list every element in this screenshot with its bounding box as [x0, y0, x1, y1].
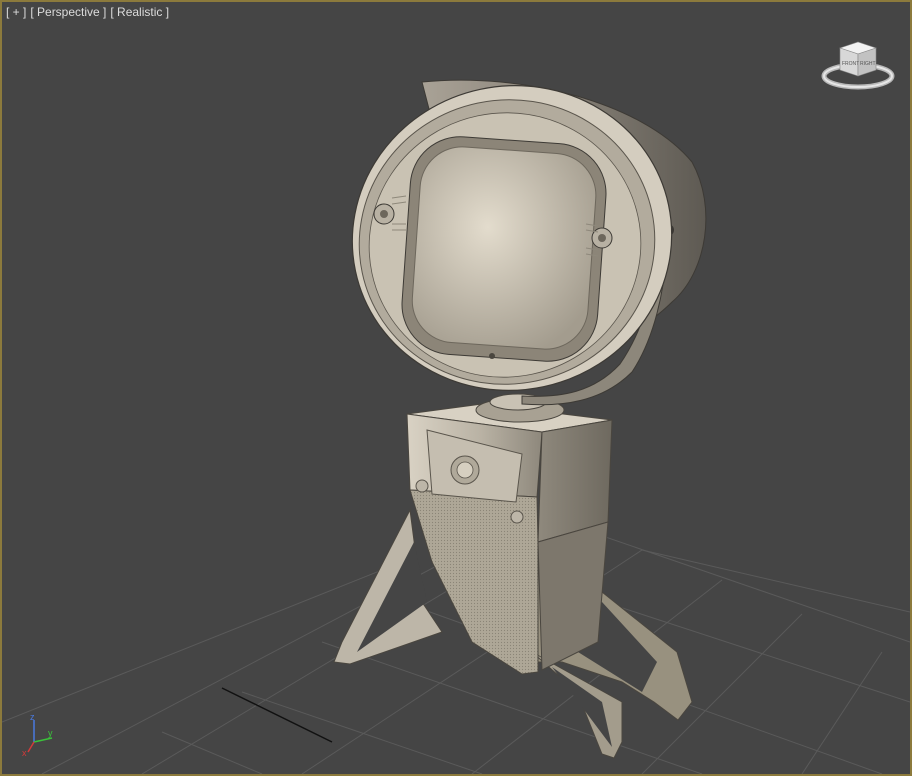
- viewport-plus-menu[interactable]: [ + ]: [6, 5, 26, 19]
- viewport-view-menu[interactable]: [ Perspective ]: [30, 5, 106, 19]
- viewcube-right-label: RIGHT: [860, 61, 876, 67]
- viewport-label[interactable]: [ + ] [ Perspective ] [ Realistic ]: [6, 5, 173, 19]
- axis-y-label: y: [48, 728, 53, 738]
- tv-screen: [401, 136, 607, 362]
- scene-canvas[interactable]: [2, 2, 910, 774]
- axis-z-label: z: [30, 712, 35, 722]
- viewport-shading-menu[interactable]: [ Realistic ]: [110, 5, 169, 19]
- perspective-viewport[interactable]: [ + ] [ Perspective ] [ Realistic ] FRONT …: [0, 0, 912, 776]
- viewcube-front-label: FRONT: [842, 61, 859, 67]
- grid-axis-line: [221, 687, 333, 743]
- viewcube-icon[interactable]: FRONT RIGHT: [820, 38, 896, 94]
- axis-x-label: x: [22, 748, 27, 758]
- axis-tripod-icon: z y x: [22, 712, 53, 758]
